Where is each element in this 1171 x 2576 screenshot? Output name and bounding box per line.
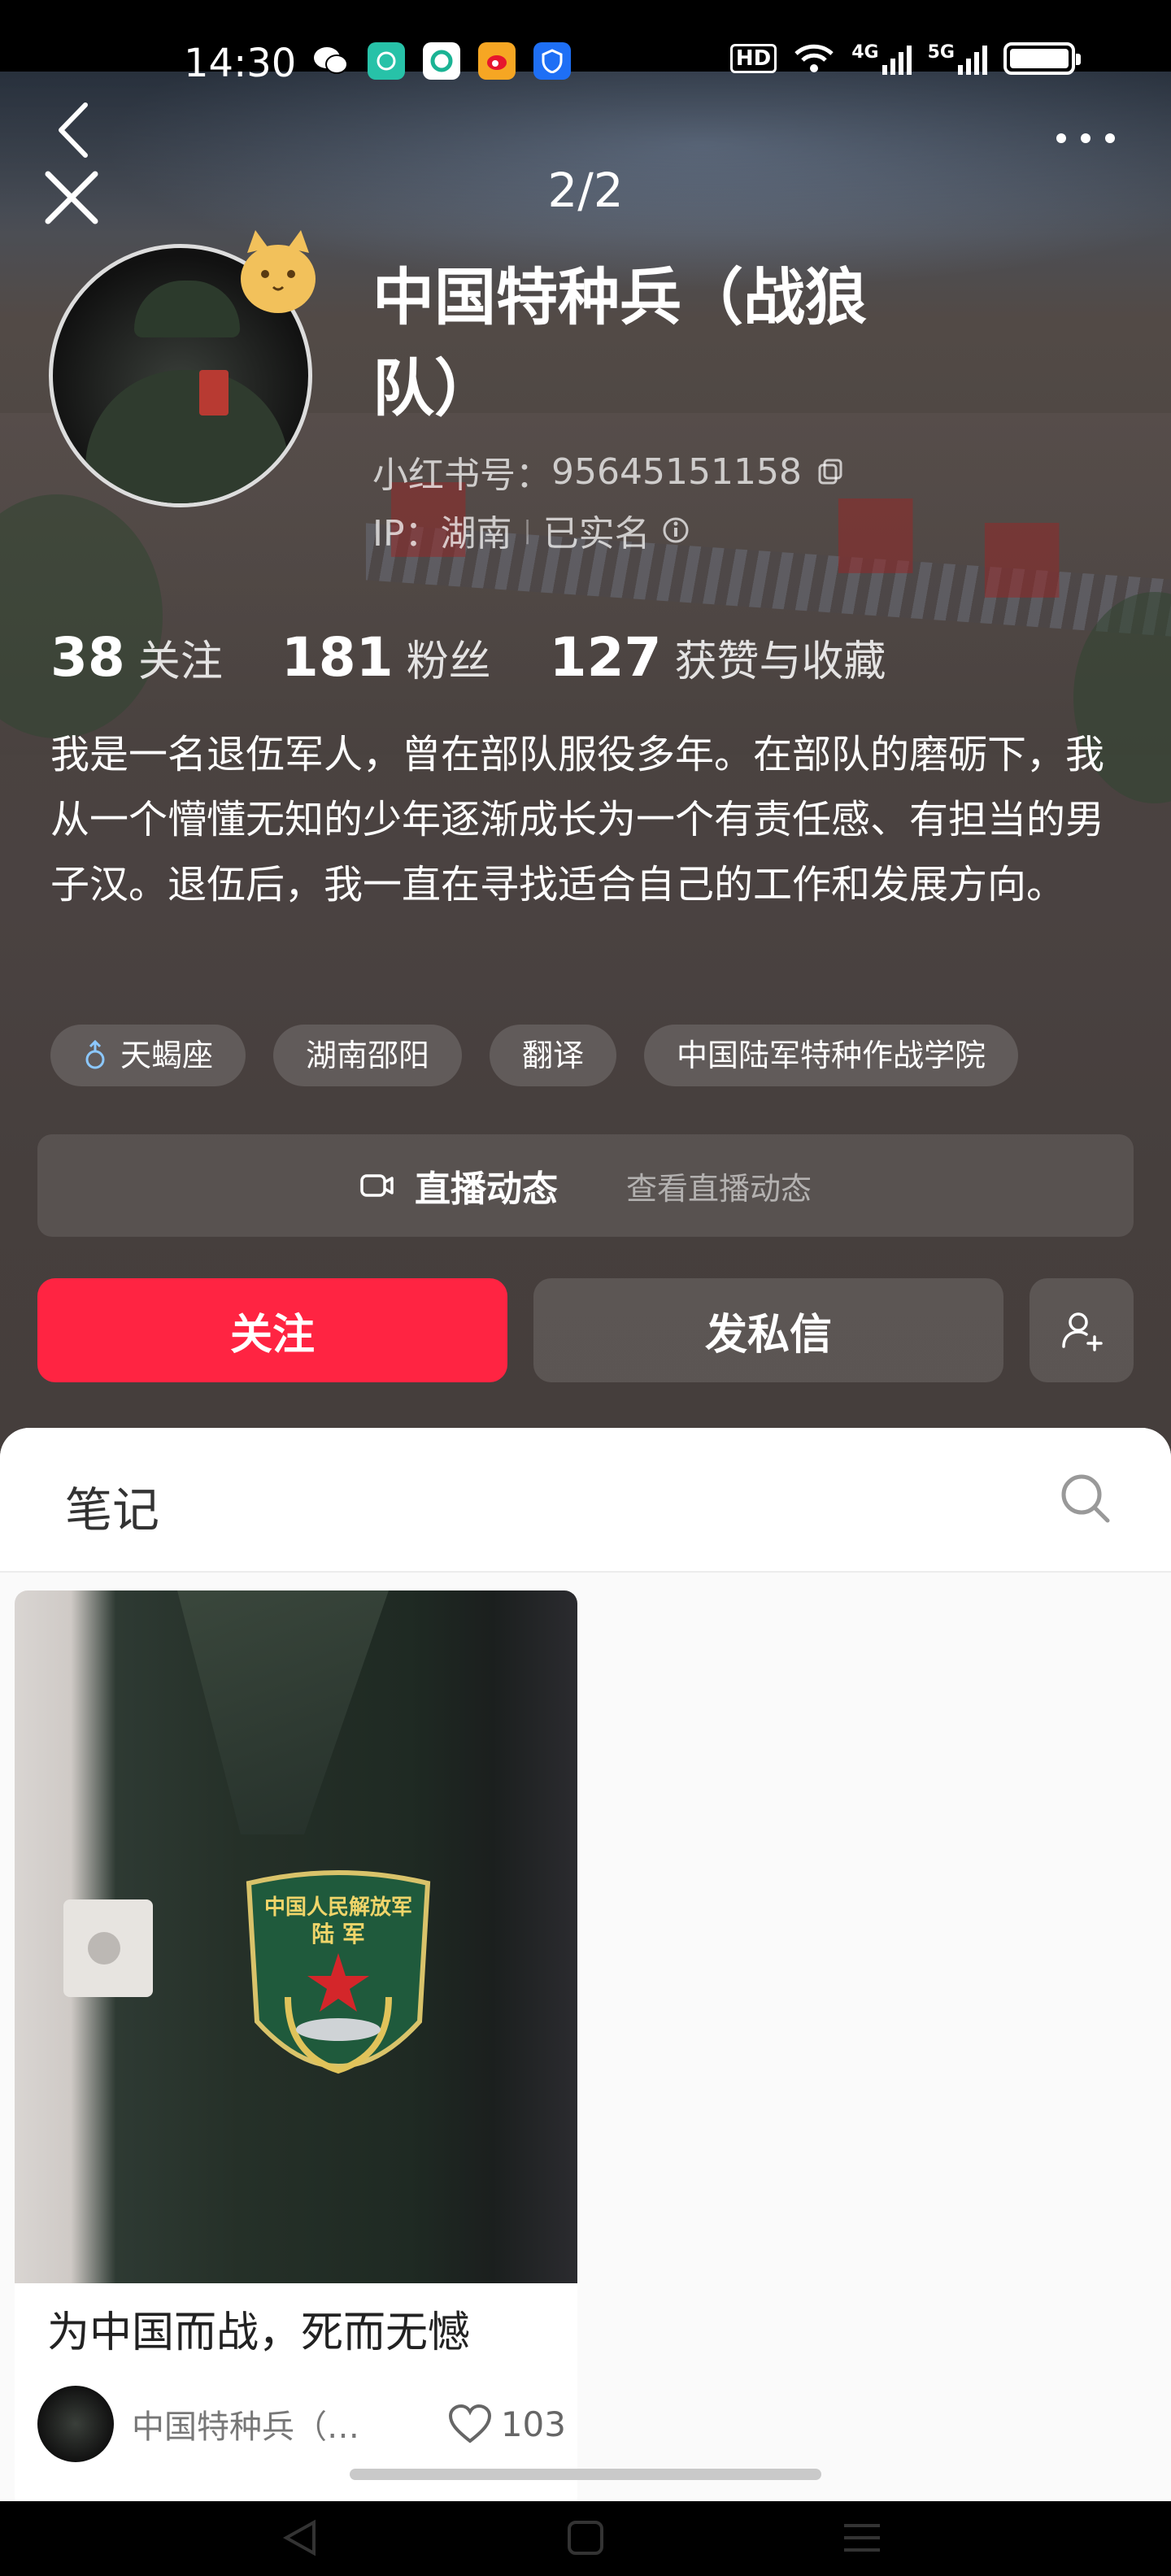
tag-label: 湖南邵阳 — [306, 1038, 430, 1073]
note-title[interactable]: 为中国而战，死而无憾 — [47, 2298, 470, 2359]
stat-label: 粉丝 — [406, 637, 491, 686]
tag-location[interactable]: 湖南邵阳 — [273, 1025, 463, 1086]
live-camera-icon — [360, 1174, 394, 1197]
separator: | — [523, 516, 532, 545]
army-patch: 中国人民解放军 陆 军 — [246, 1870, 431, 2074]
net-4g-label: 4G — [851, 42, 879, 63]
uniform-lapel — [177, 1590, 389, 1834]
likes-count: 103 — [500, 2404, 566, 2444]
search-icon[interactable] — [1057, 1470, 1114, 1527]
battery-icon — [1003, 42, 1081, 75]
status-indicators: HD 4G 5G — [729, 42, 1081, 75]
male-gender-icon — [85, 1040, 105, 1069]
stat-followers[interactable]: 181 粉丝 — [281, 626, 491, 689]
door-hinge-bolt — [88, 1932, 120, 1965]
patch-text-line1: 中国人民解放军 — [264, 1895, 412, 1920]
weibo-icon — [478, 42, 516, 80]
add-friend-button[interactable] — [1030, 1278, 1134, 1382]
live-title: 直播动态 — [414, 1168, 558, 1210]
nav-recents-icon[interactable] — [838, 2517, 886, 2558]
add-user-icon — [1062, 1312, 1103, 1351]
live-subtitle: 查看直播动态 — [625, 1170, 812, 1207]
stat-value: 38 — [50, 626, 125, 689]
live-updates-bar[interactable]: 直播动态 查看直播动态 — [37, 1134, 1134, 1237]
chat-app-icon — [368, 42, 405, 80]
profile-stats: 38 关注 181 粉丝 127 获赞与收藏 — [50, 626, 944, 689]
notes-panel: 笔记 中国人民解放军 陆 军 为中国而战，死而无憾 中国特种兵（… 103 — [0, 1428, 1171, 2501]
cell-signal-4g: 4G — [851, 42, 912, 75]
browser-icon — [423, 42, 460, 80]
image-page-counter: 2/2 — [547, 163, 624, 218]
profile-id-value: 95645151158 — [551, 450, 802, 493]
verified-label: 已实名 — [542, 513, 651, 555]
cat-sticker-icon — [228, 224, 325, 321]
tag-zodiac[interactable]: 天蝎座 — [50, 1025, 246, 1086]
status-app-icons — [312, 42, 571, 80]
stat-label: 关注 — [137, 637, 223, 686]
stat-likes-collects[interactable]: 127 获赞与收藏 — [550, 626, 886, 689]
security-app-icon — [533, 42, 571, 80]
tag-label: 翻译 — [522, 1038, 585, 1073]
tag-school[interactable]: 中国陆军特种作战学院 — [644, 1025, 1019, 1086]
status-time: 14:30 — [184, 41, 297, 86]
note-card[interactable]: 中国人民解放军 陆 军 为中国而战，死而无憾 中国特种兵（… 103 — [15, 1590, 577, 2501]
profile-id-line: 小红书号： 95645151158 — [372, 446, 846, 498]
background-sign: ■ — [976, 494, 1069, 609]
hd-indicator: HD — [729, 44, 777, 73]
note-author-avatar[interactable] — [37, 2386, 114, 2462]
wifi-icon — [794, 44, 834, 72]
nav-home-icon[interactable] — [561, 2517, 610, 2558]
note-cover-image[interactable]: 中国人民解放军 陆 军 — [15, 1590, 577, 2283]
status-bar: 14:30 HD 4G 5G — [0, 0, 1171, 86]
back-icon[interactable] — [49, 98, 98, 163]
stat-following[interactable]: 38 关注 — [50, 626, 223, 689]
tag-occupation[interactable]: 翻译 — [490, 1025, 617, 1086]
nav-back-icon[interactable] — [276, 2517, 325, 2558]
message-button[interactable]: 发私信 — [533, 1278, 1003, 1382]
tab-notes[interactable]: 笔记 — [65, 1472, 159, 1540]
heart-icon — [448, 2404, 491, 2443]
wechat-icon — [312, 42, 350, 80]
cell-signal-5g: 5G — [928, 42, 987, 75]
profile-bio: 我是一名退伍军人，曾在部队服役多年。在部队的磨砺下，我从一个懵懂无知的少年逐渐成… — [50, 732, 1105, 907]
profile-ip: IP：湖南 — [372, 513, 512, 555]
info-icon[interactable] — [662, 516, 690, 544]
system-nav-bar — [0, 2501, 1171, 2576]
stat-value: 127 — [549, 626, 662, 689]
stat-value: 181 — [281, 626, 394, 689]
net-5g-label: 5G — [927, 42, 955, 63]
notes-panel-header: 笔记 — [0, 1428, 1171, 1573]
patch-text-line2: 陆 军 — [311, 1921, 365, 1947]
stat-label: 获赞与收藏 — [674, 637, 886, 686]
note-author-name[interactable]: 中国特种兵（… — [132, 2400, 359, 2448]
profile-tags: 天蝎座 湖南邵阳 翻译 中国陆军特种作战学院 — [50, 1025, 1019, 1086]
tag-label: 天蝎座 — [120, 1038, 214, 1073]
profile-ip-line: IP：湖南 | 已实名 — [372, 504, 690, 556]
profile-nickname: 中国特种兵（战狼队） — [372, 261, 867, 424]
follow-button[interactable]: 关注 — [37, 1278, 507, 1382]
note-author-row: 中国特种兵（… 103 — [37, 2386, 566, 2462]
copy-icon[interactable] — [816, 457, 846, 486]
note-likes[interactable]: 103 — [447, 2404, 566, 2444]
profile-id-label: 小红书号： — [372, 455, 551, 496]
tag-label: 中国陆军特种作战学院 — [677, 1038, 986, 1073]
home-indicator[interactable] — [350, 2469, 821, 2480]
more-options-icon[interactable] — [1049, 122, 1122, 154]
